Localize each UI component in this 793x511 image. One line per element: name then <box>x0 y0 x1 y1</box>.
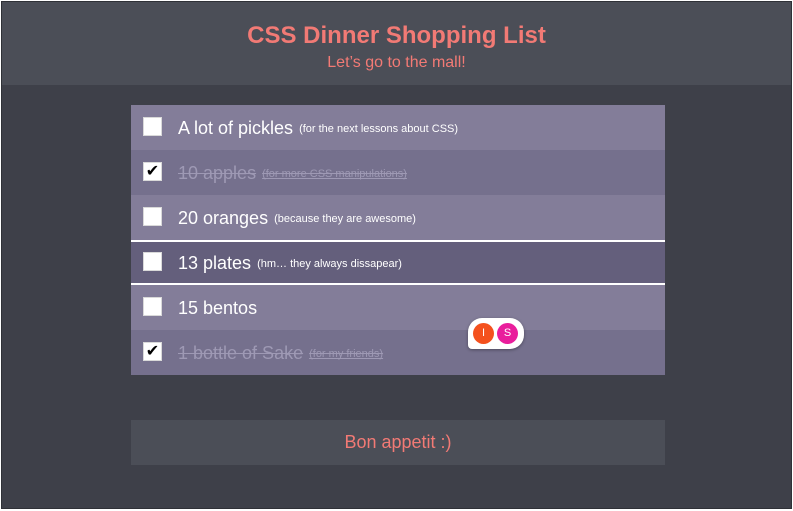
item-name: 1 bottle of Sake <box>178 343 304 363</box>
checkbox[interactable] <box>143 117 162 136</box>
item-name: 10 apples <box>178 163 257 183</box>
item-name: 15 bentos <box>178 298 258 318</box>
checkmark-icon: ✔ <box>145 163 160 180</box>
item-note: (hm… they always dissapear) <box>257 258 402 270</box>
item-text: 20 oranges (because they are awesome) <box>178 207 416 230</box>
avatar[interactable]: S <box>497 323 518 344</box>
checkbox-checked[interactable]: ✔ <box>143 342 162 361</box>
list-item-apples[interactable]: ✔ 10 apples (for more CSS manipulations) <box>131 150 665 195</box>
item-text: A lot of pickles (for the next lessons ab… <box>178 117 458 140</box>
item-name: 13 plates <box>178 253 252 273</box>
header: CSS Dinner Shopping List Let’s go to the… <box>2 2 791 85</box>
list-item-bentos[interactable]: 15 bentos <box>131 285 665 330</box>
page-title: CSS Dinner Shopping List <box>247 22 546 49</box>
page-subtitle: Let’s go to the mall! <box>327 54 466 71</box>
footer-message: Bon appetit :) <box>131 420 665 465</box>
shopping-list: A lot of pickles (for the next lessons ab… <box>131 105 665 375</box>
list-item-oranges[interactable]: 20 oranges (because they are awesome) <box>131 195 665 240</box>
checkmark-icon: ✔ <box>145 343 160 360</box>
item-note: (for my friends) <box>309 348 384 360</box>
collaborator-bubble[interactable]: I S <box>468 318 524 349</box>
item-text: 1 bottle of Sake (for my friends) <box>178 342 383 365</box>
list-item-pickles[interactable]: A lot of pickles (for the next lessons ab… <box>131 105 665 150</box>
list-item-sake[interactable]: ✔ 1 bottle of Sake (for my friends) <box>131 330 665 375</box>
checkbox[interactable] <box>143 252 162 271</box>
item-note: (for more CSS manipulations) <box>262 168 407 180</box>
item-text: 13 plates (hm… they always dissapear) <box>178 252 402 275</box>
item-text: 15 bentos <box>178 297 263 320</box>
checkbox[interactable] <box>143 207 162 226</box>
list-item-plates[interactable]: 13 plates (hm… they always dissapear) <box>131 240 665 285</box>
page: CSS Dinner Shopping List Let’s go to the… <box>1 1 792 509</box>
item-text: 10 apples (for more CSS manipulations) <box>178 162 407 185</box>
item-note: (for the next lessons about CSS) <box>299 123 459 135</box>
item-note: (because they are awesome) <box>274 213 416 225</box>
item-name: 20 oranges <box>178 208 269 228</box>
avatar[interactable]: I <box>473 323 494 344</box>
item-name: A lot of pickles <box>178 118 294 138</box>
checkbox[interactable] <box>143 297 162 316</box>
checkbox-checked[interactable]: ✔ <box>143 162 162 181</box>
